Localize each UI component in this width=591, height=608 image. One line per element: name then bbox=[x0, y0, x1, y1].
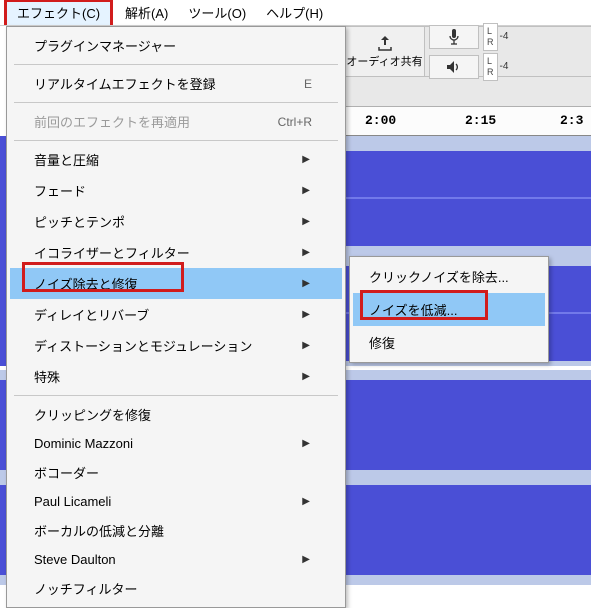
menu-clip-fix[interactable]: クリッピングを修復 bbox=[10, 399, 342, 430]
menu-repeat-last: 前回のエフェクトを再適用 Ctrl+R bbox=[10, 106, 342, 137]
timeline-ruler[interactable]: 2:00 2:15 2:3 bbox=[345, 106, 591, 136]
chevron-right-icon: ▶ bbox=[302, 309, 312, 320]
menu-separator bbox=[14, 140, 338, 141]
menu-separator bbox=[14, 395, 338, 396]
chevron-right-icon: ▶ bbox=[302, 247, 312, 258]
chevron-right-icon: ▶ bbox=[302, 554, 312, 565]
chevron-right-icon: ▶ bbox=[302, 340, 312, 351]
play-meter: L R bbox=[483, 53, 498, 81]
speaker-icon bbox=[446, 60, 462, 74]
menu-paul[interactable]: Paul Licameli ▶ bbox=[10, 488, 342, 515]
chevron-right-icon: ▶ bbox=[302, 438, 312, 449]
menu-distortion-modulation[interactable]: ディストーションとモジュレーション ▶ bbox=[10, 330, 342, 361]
toolbar-area: オーディオ共有 L R -4 bbox=[345, 26, 591, 106]
share-audio-label: オーディオ共有 bbox=[346, 53, 422, 69]
effect-menu-dropdown: プラグインマネージャー リアルタイムエフェクトを登録 E 前回のエフェクトを再適… bbox=[6, 26, 346, 608]
menu-dominic[interactable]: Dominic Mazzoni ▶ bbox=[10, 430, 342, 457]
menu-delay-reverb[interactable]: ディレイとリバーブ ▶ bbox=[10, 299, 342, 330]
mic-icon bbox=[447, 28, 461, 46]
noise-repair-submenu: クリックノイズを除去... ノイズを低減... 修復 bbox=[349, 256, 549, 363]
play-meter-button[interactable] bbox=[429, 55, 479, 79]
menu-noise-repair[interactable]: ノイズ除去と修復 ▶ bbox=[10, 268, 342, 299]
menu-help[interactable]: ヘルプ(H) bbox=[256, 0, 333, 26]
submenu-repair[interactable]: 修復 bbox=[353, 326, 545, 359]
chevron-right-icon: ▶ bbox=[302, 278, 312, 289]
submenu-noise-reduction[interactable]: ノイズを低減... bbox=[353, 293, 545, 326]
submenu-click-removal[interactable]: クリックノイズを除去... bbox=[353, 260, 545, 293]
menu-vocoder[interactable]: ボコーダー bbox=[10, 457, 342, 488]
menu-steve[interactable]: Steve Daulton ▶ bbox=[10, 546, 342, 573]
menu-plugin-manager[interactable]: プラグインマネージャー bbox=[10, 30, 342, 61]
menu-tools[interactable]: ツール(O) bbox=[178, 0, 256, 26]
chevron-right-icon: ▶ bbox=[302, 496, 312, 507]
record-meter: L R bbox=[483, 23, 498, 51]
menu-separator bbox=[14, 102, 338, 103]
share-audio-button[interactable]: オーディオ共有 bbox=[345, 27, 425, 76]
menu-vocal-reduce[interactable]: ボーカルの低減と分離 bbox=[10, 515, 342, 546]
record-meter-value: -4 bbox=[500, 31, 509, 42]
menu-eq-filter[interactable]: イコライザーとフィルター ▶ bbox=[10, 237, 342, 268]
menu-notch-filter[interactable]: ノッチフィルター bbox=[10, 573, 342, 604]
chevron-right-icon: ▶ bbox=[302, 371, 312, 382]
menu-separator bbox=[14, 64, 338, 65]
menu-fade[interactable]: フェード ▶ bbox=[10, 175, 342, 206]
menu-volume-compression[interactable]: 音量と圧縮 ▶ bbox=[10, 144, 342, 175]
menu-pitch-tempo[interactable]: ピッチとテンポ ▶ bbox=[10, 206, 342, 237]
menu-effect[interactable]: エフェクト(C) bbox=[7, 2, 110, 25]
record-meter-button[interactable] bbox=[429, 25, 479, 49]
menu-register-realtime[interactable]: リアルタイムエフェクトを登録 E bbox=[10, 68, 342, 99]
time-tick: 2:3 bbox=[560, 113, 583, 128]
menu-special[interactable]: 特殊 ▶ bbox=[10, 361, 342, 392]
chevron-right-icon: ▶ bbox=[302, 216, 312, 227]
menu-analyze[interactable]: 解析(A) bbox=[115, 0, 178, 26]
time-tick: 2:00 bbox=[365, 113, 396, 128]
share-icon bbox=[376, 35, 394, 51]
play-meter-value: -4 bbox=[500, 61, 509, 72]
chevron-right-icon: ▶ bbox=[302, 185, 312, 196]
chevron-right-icon: ▶ bbox=[302, 154, 312, 165]
time-tick: 2:15 bbox=[465, 113, 496, 128]
